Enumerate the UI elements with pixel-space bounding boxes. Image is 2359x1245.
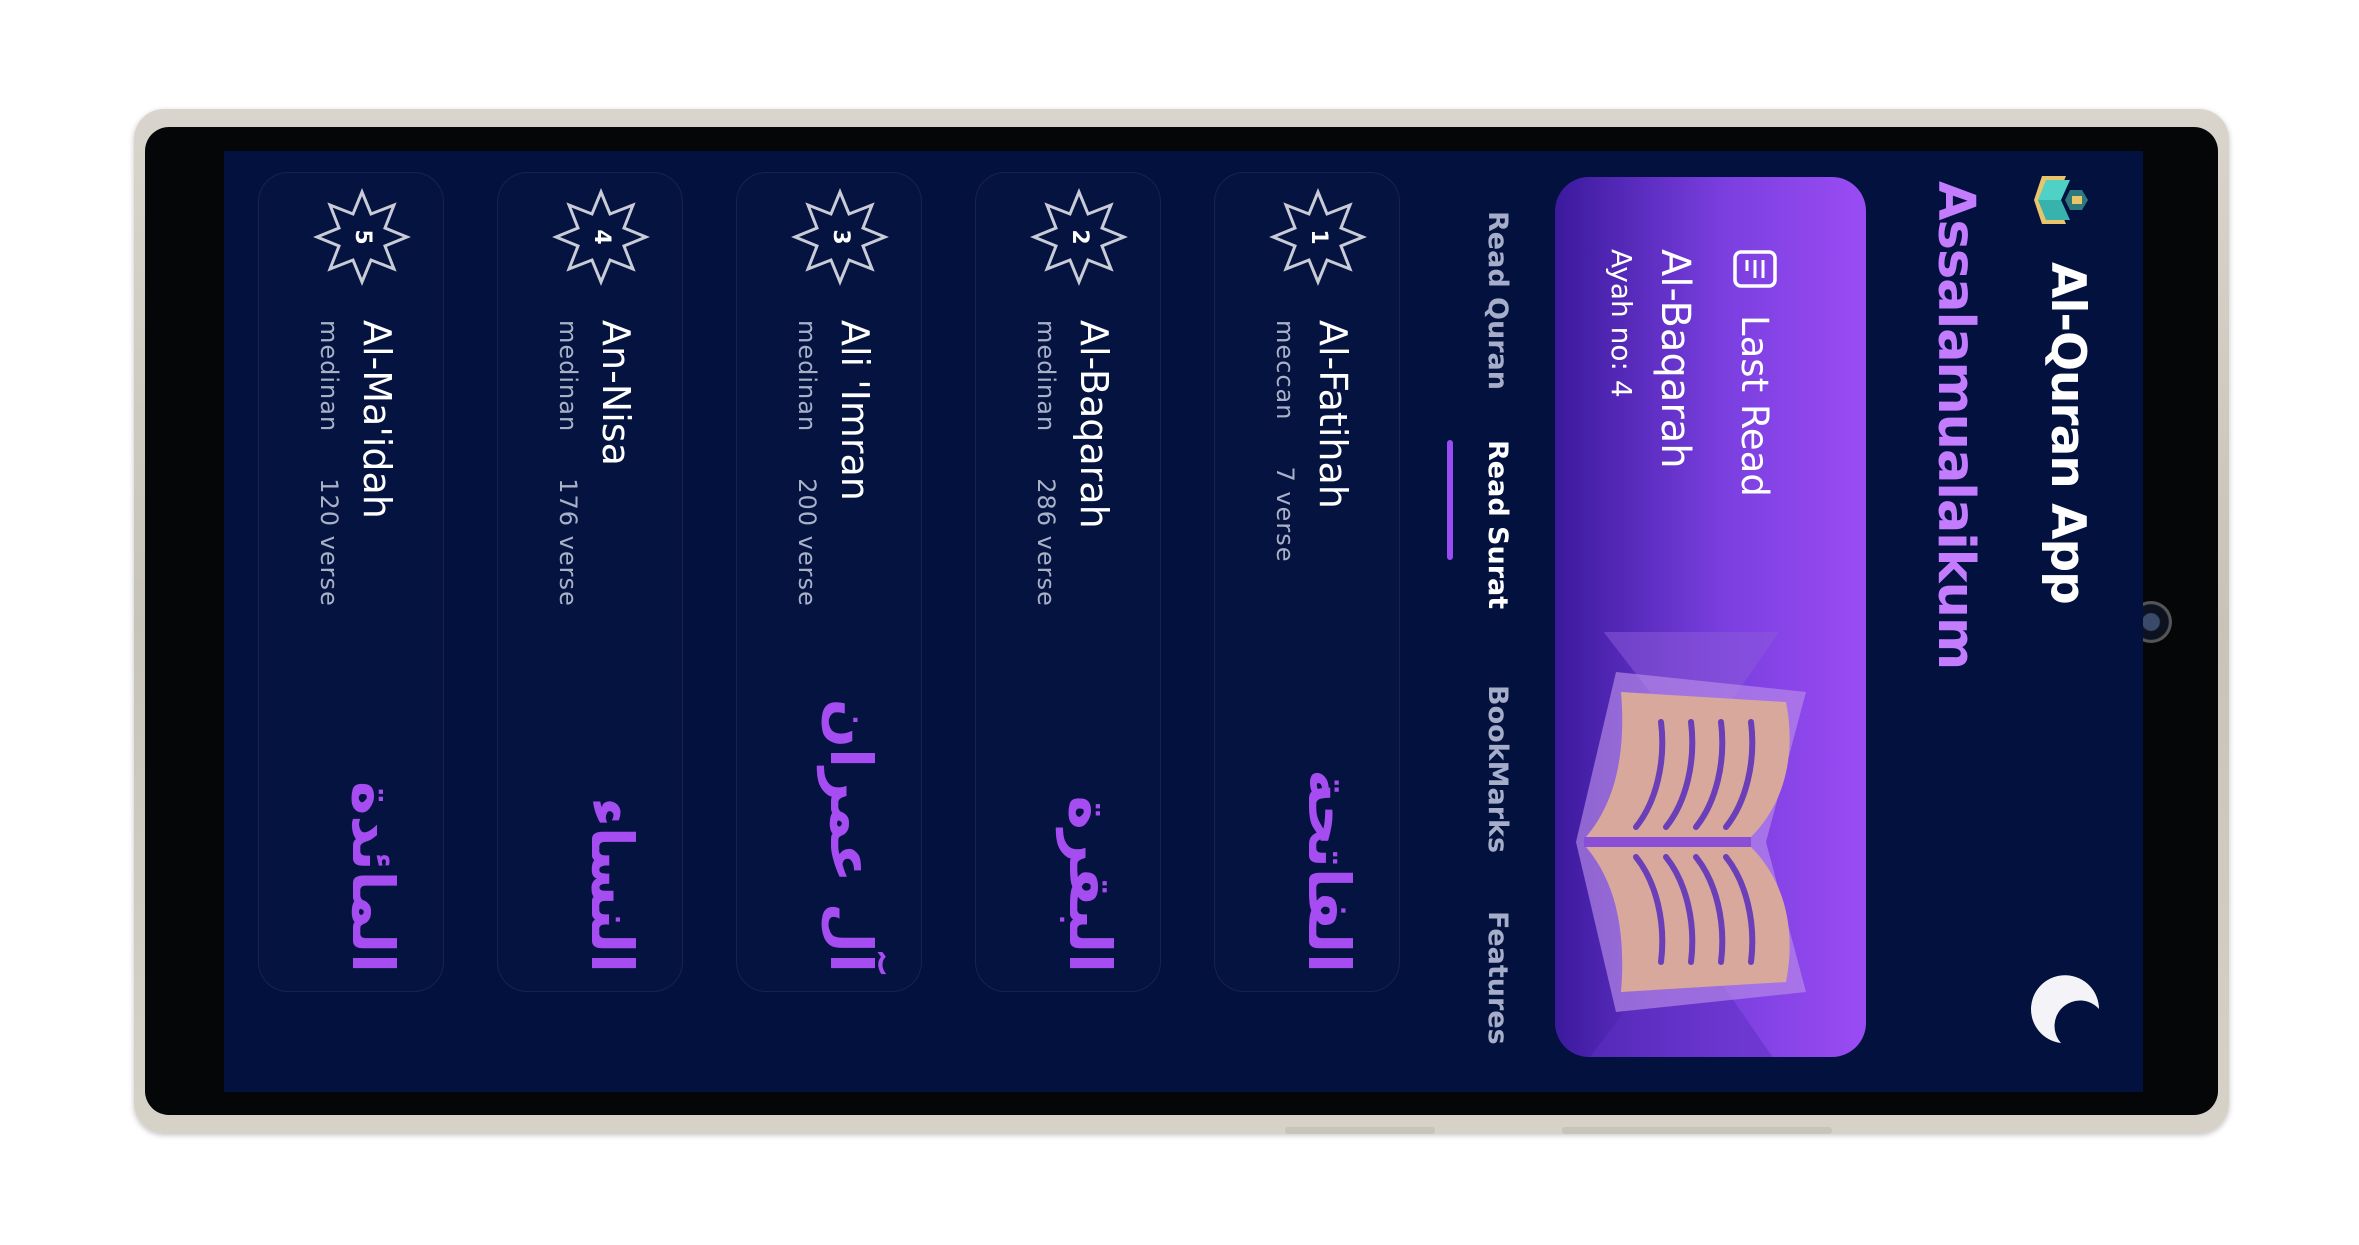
last-read-header: Last Read [1732,249,1778,497]
quran-book-logo-icon [2034,176,2088,224]
tab-read-surat[interactable]: Read Surat [1482,440,1513,609]
quran-app: Al-Quran App Assalamualaikum Last Read A… [224,151,2143,1092]
active-tab-indicator [1447,440,1453,560]
surah-name: Al-Baqarah [1072,320,1116,529]
surah-meta: medinan 200 verse [793,320,821,607]
surah-number: 5 [350,229,375,245]
last-read-surah: Al-Baqarah [1652,249,1698,469]
volume-button [1285,1127,1435,1134]
surah-number: 3 [828,229,853,245]
list-item[interactable]: 4 An-Nisa medinan 176 verse النساء [497,172,683,992]
last-read-ayah: Ayah no: 4 [1605,249,1638,398]
surah-verses: 176 verse [554,478,582,607]
tab-bookmarks[interactable]: BookMarks [1482,685,1513,853]
surah-meta: meccan 7 verse [1271,320,1299,562]
surah-verses: 7 verse [1271,466,1299,563]
surah-type: meccan [1271,320,1299,421]
tab-features[interactable]: Features [1482,911,1513,1045]
surah-type: medinan [554,320,582,433]
surah-arabic-name: آل عمران [817,698,885,973]
tab-read-quran[interactable]: Read Quran [1482,211,1513,390]
phone-screen: Al-Quran App Assalamualaikum Last Read A… [224,151,2143,1092]
list-item[interactable]: 1 Al-Fatihah meccan 7 verse الفاتحة [1214,172,1400,992]
moon-icon[interactable] [2027,971,2103,1047]
last-read-card[interactable]: Last Read Al-Baqarah Ayah no: 4 [1555,177,1866,1057]
surah-verses: 200 verse [793,478,821,607]
surah-arabic-name: الفاتحة [1295,769,1363,973]
surah-name: An-Nisa [594,320,638,466]
list-item[interactable]: 5 Al-Ma'idah medinan 120 verse المائدة [258,172,444,992]
surah-meta: medinan 176 verse [554,320,582,607]
surah-number: 1 [1306,229,1331,245]
surah-name: Al-Fatihah [1311,320,1355,509]
surah-number: 4 [589,229,614,245]
last-read-label: Last Read [1733,315,1777,497]
open-book-illustration-icon [1576,632,1806,1057]
app-title: Al-Quran App [2040,262,2095,604]
surah-meta: medinan 120 verse [315,320,343,607]
surah-arabic-name: المائدة [339,781,407,973]
greeting-text: Assalamualaikum [1926,181,1985,670]
surah-meta: medinan 286 verse [1032,320,1060,607]
surah-type: medinan [1032,320,1060,433]
surah-name: Ali 'Imran [833,320,877,501]
surah-verses: 120 verse [315,478,343,607]
surah-arabic-name: النساء [578,797,646,973]
list-item[interactable]: 2 Al-Baqarah medinan 286 verse البقرة [975,172,1161,992]
list-item[interactable]: 3 Ali 'Imran medinan 200 verse آل عمران [736,172,922,992]
surah-name: Al-Ma'idah [355,320,399,519]
surah-type: medinan [793,320,821,433]
surah-verses: 286 verse [1032,478,1060,607]
surah-arabic-name: البقرة [1056,795,1124,973]
surah-type: medinan [315,320,343,433]
power-button [1562,1127,1832,1134]
book-open-icon [1733,250,1777,288]
surah-number: 2 [1067,229,1092,245]
tab-bar: Read Quran Read Surat BookMarks Features [1443,171,1523,1051]
